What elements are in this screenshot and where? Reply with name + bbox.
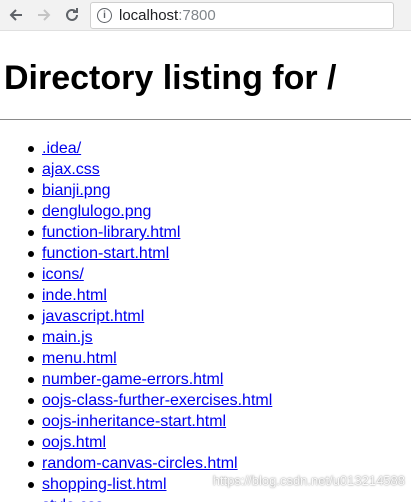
file-link[interactable]: .idea/ bbox=[42, 140, 81, 157]
file-link[interactable]: menu.html bbox=[42, 350, 117, 367]
divider bbox=[0, 119, 411, 120]
list-item: ajax.css bbox=[28, 159, 411, 180]
info-icon[interactable]: i bbox=[97, 7, 112, 23]
file-link[interactable]: denglulogo.png bbox=[42, 203, 151, 220]
url-port: :7800 bbox=[178, 6, 216, 24]
url-host: localhost bbox=[119, 6, 179, 24]
list-item: function-start.html bbox=[28, 243, 411, 264]
page-title: Directory listing for / bbox=[4, 59, 337, 97]
file-link[interactable]: icons/ bbox=[42, 266, 84, 283]
back-arrow-icon bbox=[9, 9, 22, 21]
file-link[interactable]: random-canvas-circles.html bbox=[42, 455, 238, 472]
file-link[interactable]: javascript.html bbox=[42, 308, 144, 325]
reload-icon bbox=[66, 8, 78, 21]
file-link[interactable]: main.js bbox=[42, 329, 93, 346]
page-content: Directory listing for / .idea/ajax.css bi… bbox=[0, 59, 411, 502]
list-item: oojs.html bbox=[28, 432, 411, 453]
file-link[interactable]: oojs-class-further-exercises.html bbox=[42, 392, 272, 409]
list-item: style.css bbox=[28, 495, 411, 502]
list-item: bianji.png bbox=[28, 180, 411, 201]
forward-button[interactable] bbox=[32, 3, 56, 27]
list-item: .idea/ bbox=[28, 138, 411, 159]
list-item: menu.html bbox=[28, 348, 411, 369]
file-link[interactable]: oojs-inheritance-start.html bbox=[42, 413, 226, 430]
watermark: https://blog.csdn.net/u013214588 bbox=[212, 473, 405, 488]
file-link[interactable]: function-start.html bbox=[42, 245, 169, 262]
list-item: main.js bbox=[28, 327, 411, 348]
browser-window: i localhost:7800 Directory listing for /… bbox=[0, 0, 411, 502]
list-item: function-library.html bbox=[28, 222, 411, 243]
address-bar[interactable]: i localhost:7800 bbox=[90, 1, 394, 29]
forward-arrow-icon bbox=[38, 9, 51, 21]
back-button[interactable] bbox=[4, 3, 28, 27]
file-link[interactable]: style.css bbox=[42, 497, 103, 502]
list-item: denglulogo.png bbox=[28, 201, 411, 222]
list-item: javascript.html bbox=[28, 306, 411, 327]
list-item: oojs-inheritance-start.html bbox=[28, 411, 411, 432]
browser-toolbar: i localhost:7800 bbox=[0, 0, 411, 31]
list-item: inde.html bbox=[28, 285, 411, 306]
list-item: oojs-class-further-exercises.html bbox=[28, 390, 411, 411]
file-link[interactable]: number-game-errors.html bbox=[42, 371, 223, 388]
file-link[interactable]: function-library.html bbox=[42, 224, 180, 241]
file-link[interactable]: bianji.png bbox=[42, 182, 111, 199]
file-link[interactable]: ajax.css bbox=[42, 161, 100, 178]
list-item: random-canvas-circles.html bbox=[28, 453, 411, 474]
file-link[interactable]: oojs.html bbox=[42, 434, 106, 451]
file-link[interactable]: shopping-list.html bbox=[42, 476, 167, 493]
list-item: icons/ bbox=[28, 264, 411, 285]
file-list: .idea/ajax.css bianji.png denglulogo.png fu… bbox=[4, 138, 411, 502]
reload-button[interactable] bbox=[60, 3, 84, 27]
file-link[interactable]: inde.html bbox=[42, 287, 107, 304]
list-item: number-game-errors.html bbox=[28, 369, 411, 390]
